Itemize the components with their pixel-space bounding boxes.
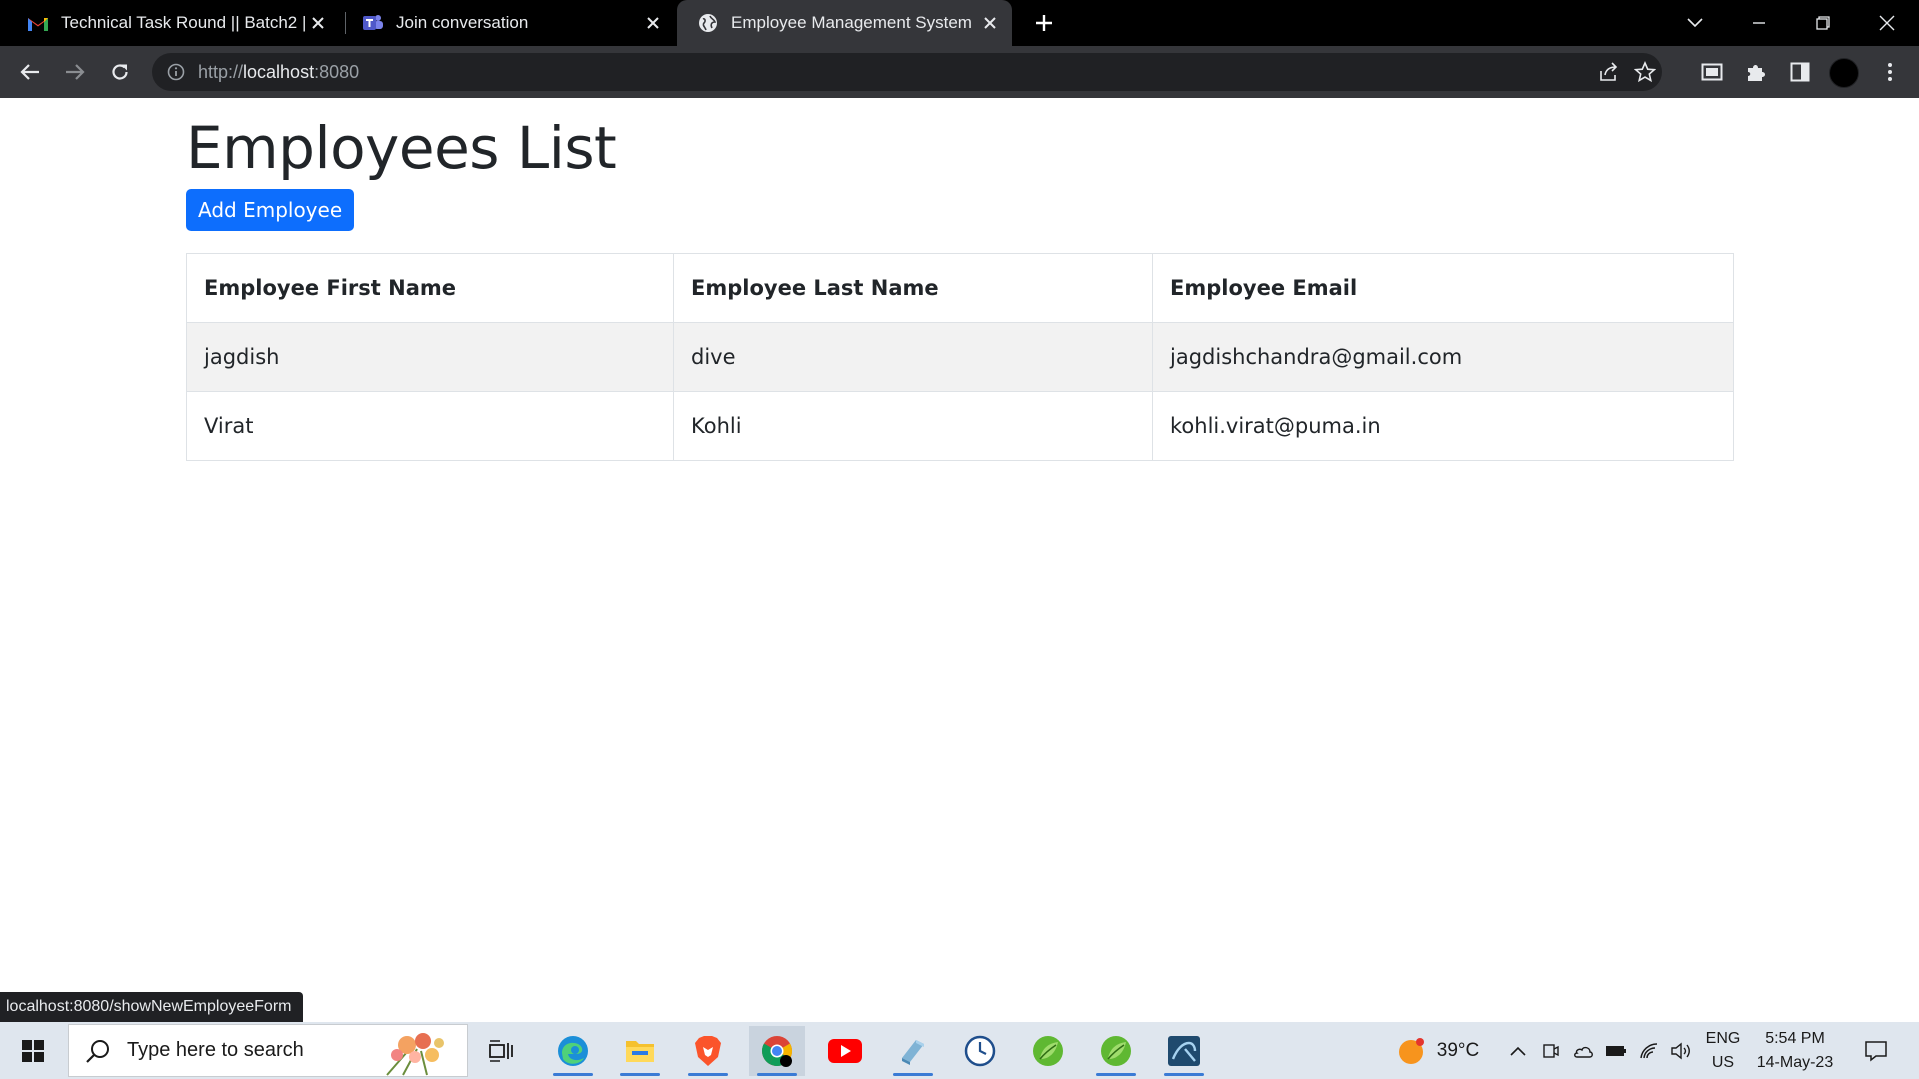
notifications-icon[interactable] [1856,1022,1896,1079]
tab-title: Join conversation [396,13,529,32]
close-icon[interactable] [306,11,330,35]
show-hidden-icons-chevron-icon[interactable] [1505,1022,1531,1079]
browser-tabstrip: Technical Task Round || Batch2 || C Join… [0,0,1919,46]
running-indicator [1164,1073,1204,1076]
weather-temperature: 39°C [1436,1039,1480,1061]
url-port: :8080 [314,61,360,82]
close-icon[interactable] [641,11,665,35]
mysql-workbench-icon[interactable] [1156,1026,1212,1076]
system-clock[interactable]: 5:54 PM 14-May-23 [1752,1022,1838,1079]
browser-toolbar: http://localhost:8080 [0,46,1919,98]
table-row: Virat Kohli kohli.virat@puma.in [186,391,1734,461]
meet-now-icon[interactable] [1538,1022,1564,1079]
spring-tool-icon[interactable] [1020,1026,1076,1076]
volume-icon[interactable] [1668,1022,1694,1079]
column-header-first-name: Employee First Name [186,253,674,323]
search-icon [83,1036,113,1066]
tab-teams[interactable]: Join conversation [335,0,675,46]
page-content: Employees List Add Employee Employee Fir… [0,98,1919,1022]
tab-gmail[interactable]: Technical Task Round || Batch2 || C [0,0,340,46]
page-title: Employees List [186,114,617,182]
running-indicator [893,1073,933,1076]
weather-widget[interactable]: 39°C [1388,1022,1488,1079]
language-region: US [1711,1053,1735,1071]
onedrive-cloud-icon[interactable] [1570,1022,1596,1079]
notepad-icon[interactable] [885,1026,941,1076]
teams-icon [362,12,384,34]
first-name-cell: Virat [186,391,674,461]
globe-icon [697,12,719,34]
start-button[interactable] [0,1022,66,1079]
gmail-icon [27,12,49,34]
profile-avatar[interactable] [1829,58,1859,88]
forward-button[interactable] [59,56,91,88]
menu-kebab-icon[interactable] [1878,60,1902,84]
windows-taskbar: Type here to search 39°C ENG US 5:54 PM … [0,1022,1919,1079]
extensions-icon[interactable] [1744,60,1768,84]
first-name-cell: jagdish [186,322,674,392]
brave-icon[interactable] [680,1026,736,1076]
column-header-last-name: Employee Last Name [673,253,1153,323]
info-icon[interactable] [166,62,186,82]
link-status-bubble: localhost:8080/showNewEmployeeForm [0,992,304,1022]
clock-date: 14-May-23 [1756,1053,1834,1071]
reload-button[interactable] [104,56,136,88]
file-explorer-icon[interactable] [612,1026,668,1076]
search-placeholder: Type here to search [127,1039,304,1061]
table-header-row: Employee First Name Employee Last Name E… [186,253,1734,323]
share-icon[interactable] [1598,61,1620,83]
youtube-icon[interactable] [817,1026,873,1076]
windows-logo-icon [22,1039,44,1062]
url-text: http://localhost:8080 [198,62,359,83]
spring-tool-2-icon[interactable] [1088,1026,1144,1076]
close-icon[interactable] [978,11,1002,35]
side-panel-icon[interactable] [1788,60,1812,84]
language-code: ENG [1705,1029,1741,1047]
running-indicator [553,1073,593,1076]
running-indicator [757,1073,797,1076]
email-cell: jagdishchandra@gmail.com [1152,322,1734,392]
clock-app-icon[interactable] [952,1026,1008,1076]
clock-time: 5:54 PM [1765,1029,1825,1047]
taskbar-search-box[interactable]: Type here to search [68,1024,468,1077]
add-employee-button[interactable]: Add Employee [186,189,355,231]
last-name-cell: Kohli [673,391,1153,461]
table-row: jagdish dive jagdishchandra@gmail.com [186,322,1734,392]
wifi-icon[interactable] [1636,1022,1662,1079]
restore-button[interactable] [1795,0,1851,46]
tab-employee-management[interactable]: Employee Management System [677,0,1012,46]
url-scheme: http:// [198,61,244,82]
email-cell: kohli.virat@puma.in [1152,391,1734,461]
new-tab-button[interactable] [1030,9,1058,37]
sun-weather-icon [1398,1037,1424,1064]
chrome-icon[interactable] [749,1026,805,1076]
running-indicator [620,1073,660,1076]
running-indicator [688,1073,728,1076]
back-button[interactable] [14,56,46,88]
task-view-icon[interactable] [474,1026,530,1076]
battery-icon[interactable] [1603,1022,1629,1079]
column-header-email: Employee Email [1152,253,1734,323]
search-highlight-flowers-icon [386,1033,444,1076]
running-indicator [1096,1073,1136,1076]
close-window-button[interactable] [1859,0,1915,46]
input-language-indicator[interactable]: ENG US [1700,1022,1746,1079]
employees-table: Employee First Name Employee Last Name E… [186,253,1734,461]
tab-title: Employee Management System [731,13,972,32]
minimize-button[interactable] [1731,0,1787,46]
url-host: localhost [243,61,315,82]
address-bar[interactable]: http://localhost:8080 [152,53,1662,91]
edge-icon[interactable] [545,1026,601,1076]
tab-title: Technical Task Round || Batch2 || C [61,13,306,32]
bookmark-star-icon[interactable] [1634,61,1656,83]
tab-search-button[interactable] [1667,0,1723,46]
media-controls-icon[interactable] [1700,60,1724,84]
last-name-cell: dive [673,322,1153,392]
